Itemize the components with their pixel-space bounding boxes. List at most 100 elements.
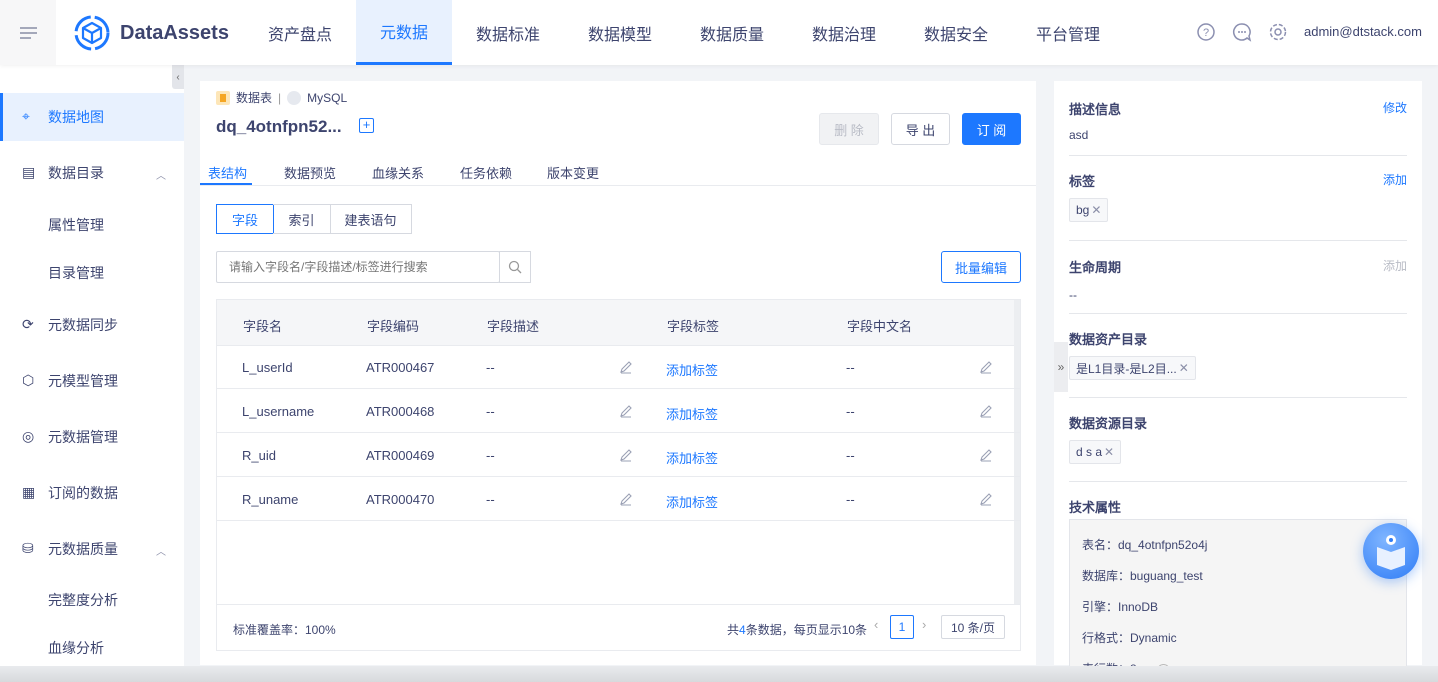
segment-fields[interactable]: 字段 [216, 204, 274, 234]
add-tag-link[interactable]: 添加标签 [666, 360, 718, 379]
sidebar-item-completeness[interactable]: 完整度分析 [0, 576, 184, 624]
next-page-button[interactable]: › [922, 617, 926, 632]
field-description: -- [486, 492, 495, 507]
resource-catalog-title: 数据资源目录 [1069, 416, 1148, 431]
quality-icon: ⛁ [22, 540, 34, 556]
tab-version-change[interactable]: 版本变更 [547, 163, 599, 182]
edit-description-icon[interactable] [619, 492, 633, 506]
page-size-select[interactable]: 10 条/页 [941, 615, 1005, 639]
main-panel: 数据表 | MySQL dq_4otnfpn52... + 删 除 导 出 订 … [200, 81, 1036, 665]
field-description: -- [486, 404, 495, 419]
field-code: ATR000467 [366, 360, 435, 375]
nav-platform-admin[interactable]: 平台管理 [1020, 0, 1116, 65]
table-row: L_username ATR000468 -- 添加标签 -- [216, 389, 1021, 433]
page-1-button[interactable]: 1 [890, 615, 914, 639]
tab-table-structure[interactable]: 表结构 [208, 163, 247, 182]
add-lifecycle-link[interactable]: 添加 [1383, 257, 1407, 274]
column-header: 字段标签 [667, 319, 720, 334]
sidebar-item-attribute-mgmt[interactable]: 属性管理 [0, 201, 184, 249]
subscribe-button[interactable]: 订 阅 [962, 113, 1021, 145]
tab-lineage[interactable]: 血缘关系 [372, 163, 424, 182]
edit-description-icon[interactable] [619, 448, 633, 462]
field-search-input[interactable] [216, 251, 500, 283]
sidebar-item-data-catalog[interactable]: ▤ 数据目录 ︿ [0, 149, 184, 197]
cube-logo-icon [74, 15, 110, 51]
edit-description-icon[interactable] [619, 404, 633, 418]
edit-chinese-name-icon[interactable] [979, 448, 993, 462]
segment-index[interactable]: 索引 [273, 204, 331, 234]
field-name: R_uid [242, 448, 276, 463]
sidebar-item-data-map[interactable]: ⌖ 数据地图 [0, 93, 184, 141]
table-type-label: 数据表 [236, 91, 273, 105]
tech-attributes-box: 表名：dq_4otnfpn52o4j 数据库：buguang_test 引擎：I… [1069, 519, 1407, 679]
sidebar-item-metadata-mgmt[interactable]: ◎ 元数据管理 [0, 413, 184, 461]
lifecycle-title: 生命周期 [1069, 260, 1122, 275]
field-name: L_userId [242, 360, 293, 375]
tech-row-format: 行格式：Dynamic [1082, 631, 1177, 645]
field-name: L_username [242, 404, 315, 419]
close-icon[interactable]: ✕ [1104, 445, 1114, 459]
table-type-icon [216, 90, 230, 105]
search-icon [508, 260, 522, 274]
menu-toggle-button[interactable] [0, 0, 56, 65]
guide-book-map-icon[interactable] [1363, 523, 1419, 579]
nav-data-model[interactable]: 数据模型 [572, 0, 668, 65]
nav-asset-inventory[interactable]: 资产盘点 [252, 0, 348, 65]
sidebar-item-lineage[interactable]: 血缘分析 [0, 624, 184, 672]
segment-ddl[interactable]: 建表语句 [330, 204, 412, 234]
field-chinese-name: -- [846, 448, 855, 463]
tab-task-dependency[interactable]: 任务依赖 [460, 163, 512, 182]
batch-edit-button[interactable]: 批量编辑 [941, 251, 1021, 283]
close-icon[interactable]: ✕ [1091, 203, 1101, 217]
cube-icon: ⬡ [22, 372, 35, 388]
app-name: DataAssets [120, 21, 229, 44]
description-value: asd [1069, 128, 1089, 142]
sidebar-item-subscribed-data[interactable]: ▦ 订阅的数据 [0, 469, 184, 517]
nav-data-standard[interactable]: 数据标准 [460, 0, 556, 65]
mysql-icon [287, 90, 302, 105]
nav-data-governance[interactable]: 数据治理 [796, 0, 892, 65]
table-row: R_uid ATR000469 -- 添加标签 -- [216, 433, 1021, 477]
add-to-compare-icon[interactable]: + [359, 118, 374, 133]
top-nav: DataAssets 资产盘点 元数据 数据标准 数据模型 数据质量 数据治理 … [0, 0, 1438, 65]
help-icon[interactable]: ? [1196, 22, 1216, 42]
expand-panel-button[interactable]: » [1054, 342, 1068, 392]
edit-chinese-name-icon[interactable] [979, 492, 993, 506]
sidebar-collapse-button[interactable]: ‹ [172, 65, 184, 89]
add-tag-link[interactable]: 添加标签 [666, 448, 718, 467]
tag-chip: bg ✕ [1069, 198, 1109, 222]
close-icon[interactable]: ✕ [1179, 361, 1189, 375]
edit-description-icon[interactable] [619, 360, 633, 374]
column-header: 字段描述 [487, 319, 540, 334]
sidebar-item-metadata-quality[interactable]: ⛁ 元数据质量 ︿ [0, 525, 184, 573]
edit-description-link[interactable]: 修改 [1383, 99, 1407, 116]
catalog-chip: 是L1目录-是L2目... ✕ [1069, 356, 1196, 380]
delete-button[interactable]: 删 除 [819, 113, 879, 145]
bottom-bar [0, 666, 1438, 682]
tech-engine: 引擎：InnoDB [1082, 600, 1159, 614]
prev-page-button[interactable]: ‹ [874, 617, 878, 632]
edit-chinese-name-icon[interactable] [979, 404, 993, 418]
export-button[interactable]: 导 出 [891, 113, 950, 145]
chevron-up-icon: ︿ [156, 171, 166, 182]
settings-gear-icon[interactable] [1268, 22, 1288, 42]
add-tag-link[interactable]: 添加 [1383, 171, 1407, 188]
sidebar-item-catalog-mgmt[interactable]: 目录管理 [0, 249, 184, 297]
sidebar-item-label: 订阅的数据 [48, 485, 118, 501]
logo[interactable]: DataAssets [74, 15, 229, 51]
datasource-label: MySQL [307, 90, 348, 105]
sidebar-item-meta-model[interactable]: ⬡ 元模型管理 [0, 357, 184, 405]
sidebar-item-metadata-sync[interactable]: ⟳ 元数据同步 [0, 301, 184, 349]
search-button[interactable] [499, 251, 531, 283]
tab-data-preview[interactable]: 数据预览 [284, 163, 336, 182]
nav-data-security[interactable]: 数据安全 [908, 0, 1004, 65]
nav-metadata[interactable]: 元数据 [356, 0, 452, 65]
column-header: 字段编码 [367, 319, 420, 334]
user-account[interactable]: admin@dtstack.com [1304, 24, 1422, 39]
edit-chinese-name-icon[interactable] [979, 360, 993, 374]
nav-data-quality[interactable]: 数据质量 [684, 0, 780, 65]
add-tag-link[interactable]: 添加标签 [666, 404, 718, 423]
message-icon[interactable] [1232, 22, 1252, 42]
add-tag-link[interactable]: 添加标签 [666, 492, 718, 511]
column-header: 字段中文名 [847, 319, 913, 334]
